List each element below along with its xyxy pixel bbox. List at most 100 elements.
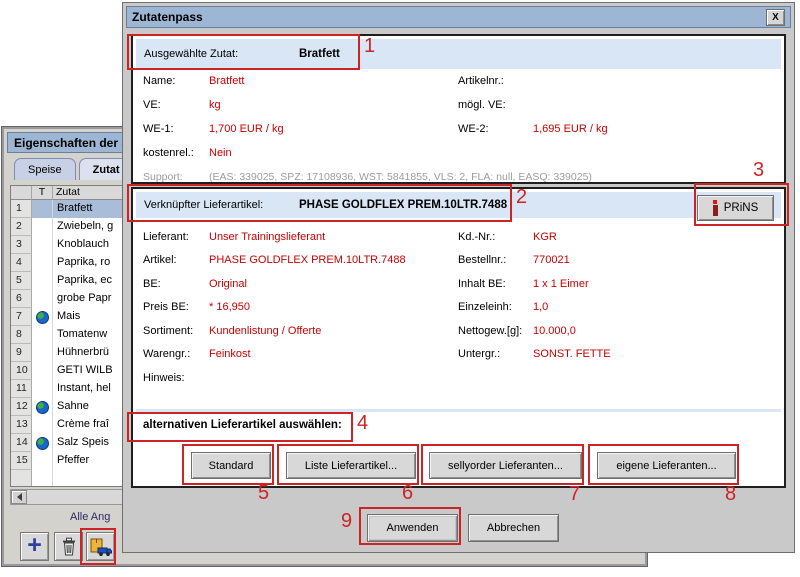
row-type-cell [32,434,53,452]
row-number: 9 [11,344,32,362]
field-label: WE-2: [458,123,533,135]
field-value: PHASE GOLDFLEX PREM.10LTR.7488 [209,254,406,266]
field-label: WE-1: [143,123,209,135]
properties-window-title: Eigenschaften der S [14,136,129,150]
row-type-cell [32,290,53,308]
row-type-cell [32,272,53,290]
standard-button[interactable]: Standard [191,452,271,479]
row-type-cell [32,398,53,416]
field-row: Untergr.:SONST. FETTE [458,343,778,367]
field-value: KGR [533,231,557,243]
field-value: 10.000,0 [533,325,576,337]
field-label: Einzeleinh: [458,301,533,313]
tab-bar: Speise Zutat [14,158,134,180]
field-label: Name: [143,75,209,87]
abbrechen-button[interactable]: Abbrechen [468,514,559,542]
prins-button-label: PRiNS [724,202,759,214]
row-type-cell [32,308,53,326]
delete-ingredient-button[interactable] [54,532,83,561]
supplier-article-button[interactable] [86,532,115,561]
field-label: Inhalt BE: [458,278,533,290]
row-type-cell [32,362,53,380]
field-value: (EAS: 339025, SPZ: 17108936, WST: 584185… [209,171,592,183]
field-row: kostenrel.:Nein [143,141,773,165]
column-header-number [11,186,32,200]
field-label: mögl. VE: [458,99,533,111]
field-row: Einzeleinh:1,0 [458,296,778,320]
row-number: 15 [11,452,32,470]
eigene-lieferanten-button[interactable]: eigene Lieferanten... [597,452,736,479]
add-ingredient-button[interactable]: + [20,532,49,561]
close-button[interactable]: X [766,9,785,26]
field-value: 770021 [533,254,570,266]
field-row: WE-2:1,695 EUR / kg [458,117,778,141]
field-row: Kd.-Nr.:KGR [458,225,778,249]
scroll-left-icon [13,493,22,501]
row-type-cell [32,344,53,362]
liste-lieferartikel-button[interactable]: Liste Lieferartikel... [286,452,416,479]
row-number [11,470,32,487]
field-label: Kd.-Nr.: [458,231,533,243]
field-label: Nettogew.[g]: [458,325,533,337]
field-value: Kundenlistung / Offerte [209,325,321,337]
row-type-cell [32,416,53,434]
field-value: 1,695 EUR / kg [533,123,608,135]
field-row: Nettogew.[g]:10.000,0 [458,319,778,343]
field-label: Artikel: [143,254,209,266]
field-label: Artikelnr.: [458,75,533,87]
sellyorder-lieferanten-button[interactable]: sellyorder Lieferanten... [429,452,582,479]
row-number: 5 [11,272,32,290]
row-type-cell [32,200,53,218]
linked-article-header: Verknüpfter Lieferartikel: PHASE GOLDFLE… [136,192,781,218]
row-number: 3 [11,236,32,254]
field-row: Support:(EAS: 339025, SPZ: 17108936, WST… [143,165,773,189]
column-header-t: T [32,186,53,200]
field-row: Bestellnr.:770021 [458,249,778,273]
row-type-cell [32,380,53,398]
row-number: 6 [11,290,32,308]
field-label: BE: [143,278,209,290]
tab-speise[interactable]: Speise [14,158,76,180]
row-number: 2 [11,218,32,236]
anwenden-button[interactable]: Anwenden [367,514,458,542]
row-number: 14 [11,434,32,452]
alternative-article-label: alternativen Lieferartikel auswählen: [143,419,342,431]
linked-fields-right: Kd.-Nr.:KGRBestellnr.:770021Inhalt BE:1 … [458,225,778,366]
row-number: 11 [11,380,32,398]
scroll-left-button[interactable] [11,490,27,504]
row-type-cell [32,452,53,470]
field-value: * 16,950 [209,301,250,313]
field-value: Nein [209,147,232,159]
prins-button[interactable]: PRiNS [697,195,774,221]
trash-icon [60,537,78,557]
row-type-cell [32,326,53,344]
field-value: Bratfett [209,75,244,87]
field-value: 1 x 1 Eimer [533,278,589,290]
field-row: Inhalt BE:1 x 1 Eimer [458,272,778,296]
selected-ingredient-header-label: Ausgewählte Zutat: [144,48,299,60]
row-type-cell [32,236,53,254]
row-number: 12 [11,398,32,416]
globe-icon [36,437,49,450]
dialog-titlebar[interactable]: Zutatenpass X [126,6,791,28]
field-row: Artikelnr.: [458,69,778,93]
field-value: Unser Trainingslieferant [209,231,325,243]
close-icon: X [772,12,779,23]
prins-info-icon [713,200,718,216]
field-label: Sortiment: [143,325,209,337]
field-value: Feinkost [209,348,251,360]
field-label: Warengr.: [143,348,209,360]
zutatenpass-dialog: Zutatenpass X Ausgewählte Zutat: Bratfet… [122,2,795,553]
field-label: Untergr.: [458,348,533,360]
row-number: 1 [11,200,32,218]
field-label: Lieferant: [143,231,209,243]
field-row: mögl. VE: [458,93,778,117]
field-value: 1,0 [533,301,548,313]
linked-article-name: PHASE GOLDFLEX PREM.10LTR.7488 [299,199,507,211]
field-label: kostenrel.: [143,147,209,159]
dialog-title: Zutatenpass [132,10,203,24]
field-value: 1,700 EUR / kg [209,123,284,135]
linked-article-header-label: Verknüpfter Lieferartikel: [144,199,299,211]
row-number: 7 [11,308,32,326]
selected-ingredient-panel: Ausgewählte Zutat: Bratfett Name:Bratfet… [131,34,786,184]
